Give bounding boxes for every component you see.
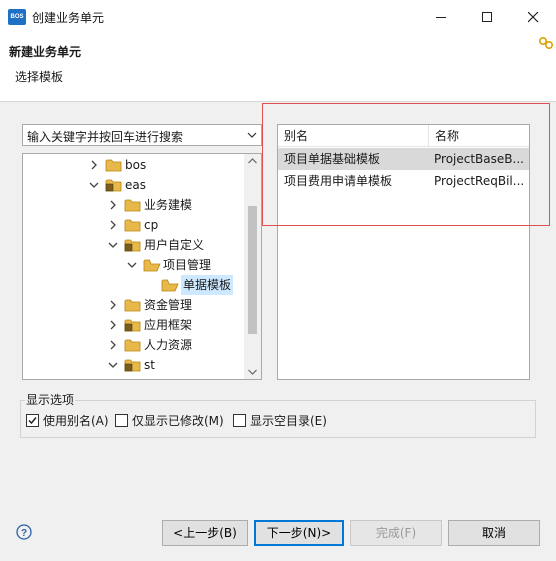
cancel-button[interactable]: 取消	[448, 520, 540, 546]
tree-scrollbar[interactable]	[244, 154, 261, 379]
maximize-button[interactable]	[464, 0, 510, 34]
tree-item-label: 人力资源	[144, 338, 193, 352]
chevron-down-icon[interactable]	[89, 180, 99, 190]
folder-open-icon	[143, 259, 161, 272]
tree-item-label: 应用框架	[144, 318, 193, 332]
package-folder-icon	[105, 179, 122, 192]
scrollbar-thumb[interactable]	[248, 206, 257, 334]
close-icon	[528, 12, 539, 23]
window-title: 创建业务单元	[32, 11, 105, 25]
minimize-icon	[436, 17, 446, 18]
help-icon[interactable]: ?	[16, 524, 32, 540]
page-subtitle: 选择模板	[15, 70, 64, 84]
folder-icon	[124, 219, 141, 232]
close-button[interactable]	[510, 0, 556, 34]
checkbox-box[interactable]	[233, 414, 246, 427]
tree-item-label: bos	[125, 158, 147, 172]
title-bar: BOS 创建业务单元	[0, 0, 556, 34]
back-button[interactable]: <上一步(B)	[162, 520, 248, 546]
search-input[interactable]: 输入关键字并按回车进行搜索	[27, 128, 183, 145]
page-heading: 新建业务单元	[9, 45, 82, 59]
show-empty-label[interactable]: 显示空目录(E)	[250, 413, 327, 429]
wizard-banner-icon	[538, 36, 556, 53]
tree-item-label: 资金管理	[144, 298, 193, 312]
folder-icon	[124, 199, 141, 212]
svg-text:?: ?	[21, 528, 27, 539]
chevron-down-icon[interactable]	[108, 360, 118, 370]
template-tree[interactable]: bos eas 业务建模 cp 用户自定义项目管理单据模板资金管理应用框架人力资源 st	[22, 153, 262, 380]
tree-item-label: 项目管理	[163, 258, 212, 272]
tree-item-label: eas	[125, 178, 146, 192]
package-folder-icon	[124, 239, 141, 252]
chevron-right-icon[interactable]	[108, 200, 118, 210]
tree-item-label: st	[144, 358, 155, 372]
use-alias-label[interactable]: 使用别名(A)	[43, 413, 109, 429]
chevron-down-icon[interactable]	[108, 240, 118, 250]
maximize-icon	[482, 12, 492, 22]
chevron-right-icon[interactable]	[89, 160, 99, 170]
package-folder-icon	[124, 359, 141, 372]
search-combo[interactable]: 输入关键字并按回车进行搜索	[22, 124, 262, 146]
finish-button[interactable]: 完成(F)	[350, 520, 442, 546]
chevron-right-icon[interactable]	[108, 300, 118, 310]
minimize-button[interactable]	[418, 0, 464, 34]
chevron-right-icon[interactable]	[108, 320, 118, 330]
folder-icon	[124, 299, 141, 312]
chevron-right-icon[interactable]	[108, 340, 118, 350]
checkmark-icon	[28, 417, 37, 425]
tree-item-label: 业务建模	[144, 198, 193, 212]
tree-item-label: cp	[144, 218, 159, 232]
wizard-header: 新建业务单元 选择模板	[0, 34, 556, 102]
checkbox-box[interactable]	[115, 414, 128, 427]
folder-icon	[124, 339, 141, 352]
chevron-down-icon[interactable]	[127, 260, 137, 270]
folder-icon	[105, 159, 122, 172]
package-folder-icon	[124, 319, 141, 332]
chevron-right-icon[interactable]	[108, 220, 118, 230]
tree-item-label: 单据模板	[181, 275, 234, 295]
only-modified-label[interactable]: 仅显示已修改(M)	[132, 413, 224, 429]
chevron-down-icon[interactable]	[247, 131, 257, 139]
app-icon: BOS	[8, 9, 26, 25]
checkbox-box[interactable]	[26, 414, 39, 427]
highlight-annotation	[262, 103, 550, 226]
display-options-legend: 显示选项	[25, 391, 76, 408]
scroll-up-icon[interactable]	[248, 158, 257, 164]
scroll-down-icon[interactable]	[248, 369, 257, 375]
next-button[interactable]: 下一步(N)>	[254, 520, 344, 546]
folder-open-icon	[161, 279, 179, 292]
tree-item-label: 用户自定义	[144, 238, 205, 252]
